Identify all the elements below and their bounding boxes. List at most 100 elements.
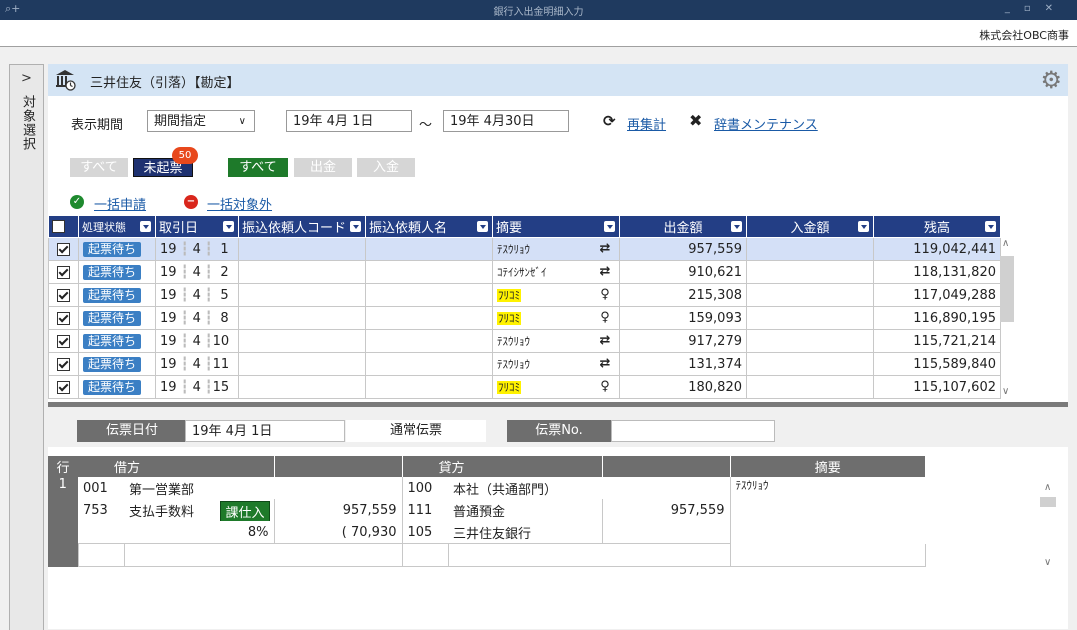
chevron-up-icon[interactable]: ∧ [1002,238,1009,249]
close-icon[interactable]: ✕ [1045,3,1067,14]
withdraw-amount-cell[interactable]: 910,621 [619,260,747,284]
date-cell[interactable]: 19 ┇ 4 ┇15 [155,375,239,399]
summary-cell[interactable]: ｺﾃｲｼｻﾝｾﾞｲ ⇄ [492,260,620,284]
summary-cell[interactable]: ﾌﾘｺﾐ ♀ [492,306,620,330]
chevron-down-icon[interactable]: ∨ [1002,386,1009,397]
target-select-tab[interactable]: > 対象選択 [9,64,44,630]
summary-cell[interactable]: ﾌﾘｺﾐ ♀ [492,375,620,399]
table-scrollbar[interactable]: ∧ ∨ [998,238,1016,400]
filter-deposit-button[interactable]: 入金 [357,158,415,177]
journal-memo[interactable]: ﾃｽｳﾘｮｳ [730,477,925,544]
col-payer-code[interactable]: 振込依頼人コード [238,215,366,238]
repeat-icon[interactable]: ⇄ [597,333,613,348]
filter-all-status-button[interactable]: すべて [70,158,128,177]
summary-cell[interactable]: ﾃｽｳﾘｮｳ ⇄ [492,329,620,353]
chevron-down-icon[interactable] [223,221,234,232]
chevron-down-icon[interactable] [604,221,615,232]
chevron-down-icon[interactable] [350,221,361,232]
debit-account-cell[interactable]: 支払手数料 課仕入 [124,499,274,521]
col-deposit[interactable]: 入金額 [746,215,874,238]
minimize-icon[interactable]: _ [1005,3,1024,14]
payer-name-cell[interactable] [365,329,493,353]
payer-code-cell[interactable] [238,329,366,353]
date-to-input[interactable]: 19年 4月30日 [443,110,569,132]
payer-name-cell[interactable] [365,375,493,399]
row-checkbox[interactable] [57,288,70,302]
bulk-apply-link[interactable]: 一括申請 [94,194,146,213]
bulk-exclude-link[interactable]: 一括対象外 [207,194,272,213]
summary-cell[interactable]: ﾌﾘｺﾐ ♀ [492,283,620,307]
status-cell[interactable]: 起票待ち [78,283,156,307]
payer-name-cell[interactable] [365,260,493,284]
credit-amount[interactable]: 957,559 [601,499,731,521]
chevron-down-icon[interactable] [477,221,488,232]
period-mode-select[interactable]: 期間指定 ∨ [147,110,255,132]
status-cell[interactable]: 起票待ち [78,260,156,284]
row-checkbox-cell[interactable] [48,283,79,307]
credit-dept-name[interactable]: 本社（共通部門） [448,477,731,499]
payer-name-cell[interactable] [365,283,493,307]
deposit-amount-cell[interactable] [746,329,874,353]
table-row[interactable]: 起票待ち 19 ┇ 4 ┇11 ﾃｽｳﾘｮｳ ⇄ 131,374 115,589,840 [48,352,1001,376]
chevron-down-icon[interactable] [140,221,151,232]
scrollbar-thumb[interactable] [1000,256,1014,322]
row-checkbox[interactable] [57,311,70,325]
credit-sub-code[interactable]: 105 [402,521,448,544]
debit-tax-amount[interactable]: ( 70,930 [273,521,403,544]
debit-amount[interactable]: 957,559 [273,499,403,521]
status-cell[interactable]: 起票待ち [78,306,156,330]
select-all-checkbox[interactable] [52,220,65,233]
gear-icon[interactable]: ⚙ [1040,68,1062,92]
withdraw-amount-cell[interactable]: 215,308 [619,283,747,307]
table-row[interactable]: 起票待ち 19 ┇ 4 ┇ 5 ﾌﾘｺﾐ ♀ 215,308 117,049,288 [48,283,1001,307]
credit-dept-code[interactable]: 100 [402,477,448,499]
lightbulb-icon[interactable]: ♀ [597,287,613,302]
refresh-icon[interactable]: ⟳ [603,112,616,130]
repeat-icon[interactable]: ⇄ [597,356,613,371]
lightbulb-icon[interactable]: ♀ [597,379,613,394]
chevron-down-icon[interactable]: ∨ [1044,557,1051,568]
debit-dept-name[interactable]: 第一営業部 [124,477,403,499]
payer-code-cell[interactable] [238,306,366,330]
status-cell[interactable]: 起票待ち [78,329,156,353]
date-cell[interactable]: 19 ┇ 4 ┇ 1 [155,237,239,261]
col-date[interactable]: 取引日 [155,215,239,238]
payer-code-cell[interactable] [238,237,366,261]
payer-code-cell[interactable] [238,352,366,376]
row-checkbox-cell[interactable] [48,260,79,284]
select-all-header[interactable] [48,215,79,238]
tax-rate[interactable]: 8% [124,521,274,544]
deposit-amount-cell[interactable] [746,237,874,261]
filter-withdraw-button[interactable]: 出金 [294,158,352,177]
deposit-amount-cell[interactable] [746,283,874,307]
credit-sub-name[interactable]: 三井住友銀行 [448,521,602,544]
payer-name-cell[interactable] [365,237,493,261]
row-checkbox[interactable] [57,265,70,279]
chevron-down-icon[interactable] [858,221,869,232]
table-row[interactable]: 起票待ち 19 ┇ 4 ┇10 ﾃｽｳﾘｮｳ ⇄ 917,279 115,721,214 [48,329,1001,353]
status-cell[interactable]: 起票待ち [78,375,156,399]
table-row[interactable]: 起票待ち 19 ┇ 4 ┇ 1 ﾃｽｳﾘｮｳ ⇄ 957,559 119,042,441 [48,237,1001,261]
date-from-input[interactable]: 19年 4月 1日 [286,110,412,132]
withdraw-amount-cell[interactable]: 957,559 [619,237,747,261]
repeat-icon[interactable]: ⇄ [597,264,613,279]
slip-date-input[interactable]: 19年 4月 1日 [185,420,345,442]
filter-all-type-button[interactable]: すべて [228,158,288,177]
chevron-down-icon[interactable] [731,221,742,232]
withdraw-amount-cell[interactable]: 131,374 [619,352,747,376]
deposit-amount-cell[interactable] [746,375,874,399]
row-checkbox-cell[interactable] [48,237,79,261]
row-checkbox[interactable] [57,242,70,256]
withdraw-amount-cell[interactable]: 159,093 [619,306,747,330]
row-checkbox-cell[interactable] [48,375,79,399]
deposit-amount-cell[interactable] [746,352,874,376]
withdraw-amount-cell[interactable]: 180,820 [619,375,747,399]
payer-name-cell[interactable] [365,352,493,376]
table-row[interactable]: 起票待ち 19 ┇ 4 ┇ 2 ｺﾃｲｼｻﾝｾﾞｲ ⇄ 910,621 118,131,82… [48,260,1001,284]
row-checkbox-cell[interactable] [48,352,79,376]
row-checkbox-cell[interactable] [48,329,79,353]
date-cell[interactable]: 19 ┇ 4 ┇ 5 [155,283,239,307]
journal-scroll-thumb[interactable] [1040,497,1056,507]
payer-name-cell[interactable] [365,306,493,330]
table-row[interactable]: 起票待ち 19 ┇ 4 ┇ 8 ﾌﾘｺﾐ ♀ 159,093 116,890,195 [48,306,1001,330]
